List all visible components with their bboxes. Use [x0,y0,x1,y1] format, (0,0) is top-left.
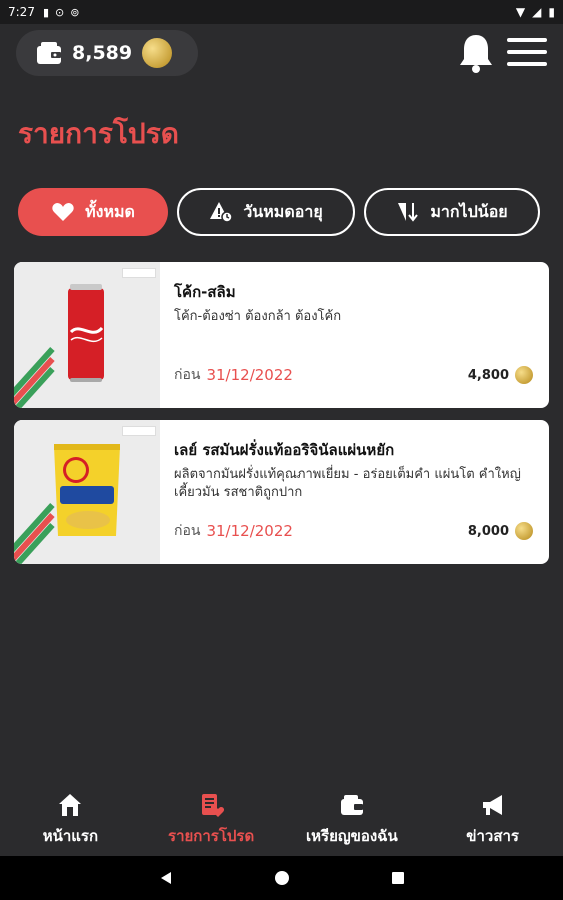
wallet-balance-pill[interactable]: 8,589 [16,30,198,76]
coin-icon [515,366,533,384]
favorite-item-card[interactable]: โค้ก-สลิม โค้ก-ต้องซ่า ต้องกล้า ต้องโค้ก… [14,262,549,408]
item-info: โค้ก-สลิม โค้ก-ต้องซ่า ต้องกล้า ต้องโค้ก [174,280,533,326]
item-info: เลย์ รสมันฝรั่งแท้ออริจินัลแผ่นหยัก ผลิต… [174,438,533,502]
nav-my-coins[interactable]: เหรียญของฉัน [282,780,423,856]
item-name: เลย์ รสมันฝรั่งแท้ออริจินัลแผ่นหยัก [174,441,395,459]
product-image [14,262,160,408]
before-label: ก่อน [174,367,201,383]
megaphone-icon [482,795,502,815]
expiry-date: 31/12/2022 [206,522,293,540]
coke-can-icon [68,284,104,382]
home-button-icon[interactable] [274,870,290,886]
filter-bar: ทั้งหมด วันหมดอายุ มากไปน้อย [18,188,545,236]
filter-all-label: ทั้งหมด [85,201,135,221]
item-description: ผลิตจากมันฝรั่งแท้คุณภาพเยี่ยม - อร่อยเต… [174,467,521,500]
item-price: 8,000 [467,523,509,539]
item-footer: ก่อน 31/12/2022 8,000 [174,520,533,542]
filter-expiry-label: วันหมดอายุ [243,201,323,221]
sim-icon: ▮ [42,5,50,19]
warning-time-icon [210,202,234,223]
status-time: 7:27 [8,5,35,19]
filter-sort-button[interactable]: มากไปน้อย [364,188,540,236]
system-navigation-bar [0,856,563,900]
before-label: ก่อน [174,523,201,539]
nav-favorites-label: รายการโปรด [168,827,255,845]
nav-favorites[interactable]: รายการโปรด [141,780,282,856]
expiry-date: 31/12/2022 [206,366,293,384]
filter-all-button[interactable]: ทั้งหมด [18,188,168,236]
item-name: โค้ก-สลิม [174,283,236,301]
nav-news-label: ข่าวสาร [466,827,519,845]
bell-icon[interactable] [457,32,495,74]
filter-expiry-button[interactable]: วันหมดอายุ [177,188,355,236]
home-icon [59,794,82,816]
nav-home-label: หน้าแรก [42,827,99,845]
wallet-icon [340,795,363,815]
top-bar: 8,589 [16,30,547,78]
battery-icon: ▮ [548,5,555,19]
filter-sort-label: มากไปน้อย [430,201,508,221]
chips-bag-icon [54,444,120,536]
nav-home[interactable]: หน้าแรก [0,780,141,856]
wifi-icon: ▼ [515,5,526,19]
menu-icon[interactable] [507,38,547,68]
item-price: 4,800 [467,367,509,383]
signal-icon: ◢ [532,5,542,19]
nav-my-coins-label: เหรียญของฉัน [306,827,398,845]
status-bar: 7:27 ▮ ⊙ ⊚ ▼ ◢ ▮ [0,0,563,24]
sort-desc-icon [398,203,419,222]
wallet-icon [37,42,61,64]
recents-icon[interactable] [390,870,406,886]
nav-news[interactable]: ข่าวสาร [422,780,563,856]
page-title: รายการโปรด [18,117,179,150]
back-icon[interactable] [158,870,174,886]
coin-icon [142,38,173,68]
item-description: โค้ก-ต้องซ่า ต้องกล้า ต้องโค้ก [174,309,342,324]
coin-icon [515,522,533,540]
sync-icon: ⊚ [70,5,80,19]
wallet-balance: 8,589 [72,42,133,64]
notification-icon: ⊙ [55,5,65,19]
bottom-navigation: หน้าแรก รายการโปรด เหรียญของฉัน ข่าวสาร [0,780,563,856]
favorite-item-card[interactable]: เลย์ รสมันฝรั่งแท้ออริจินัลแผ่นหยัก ผลิต… [14,420,549,564]
favorites-list-icon [202,794,225,817]
heart-icon [52,203,74,221]
item-footer: ก่อน 31/12/2022 4,800 [174,364,533,386]
product-image [14,420,160,564]
